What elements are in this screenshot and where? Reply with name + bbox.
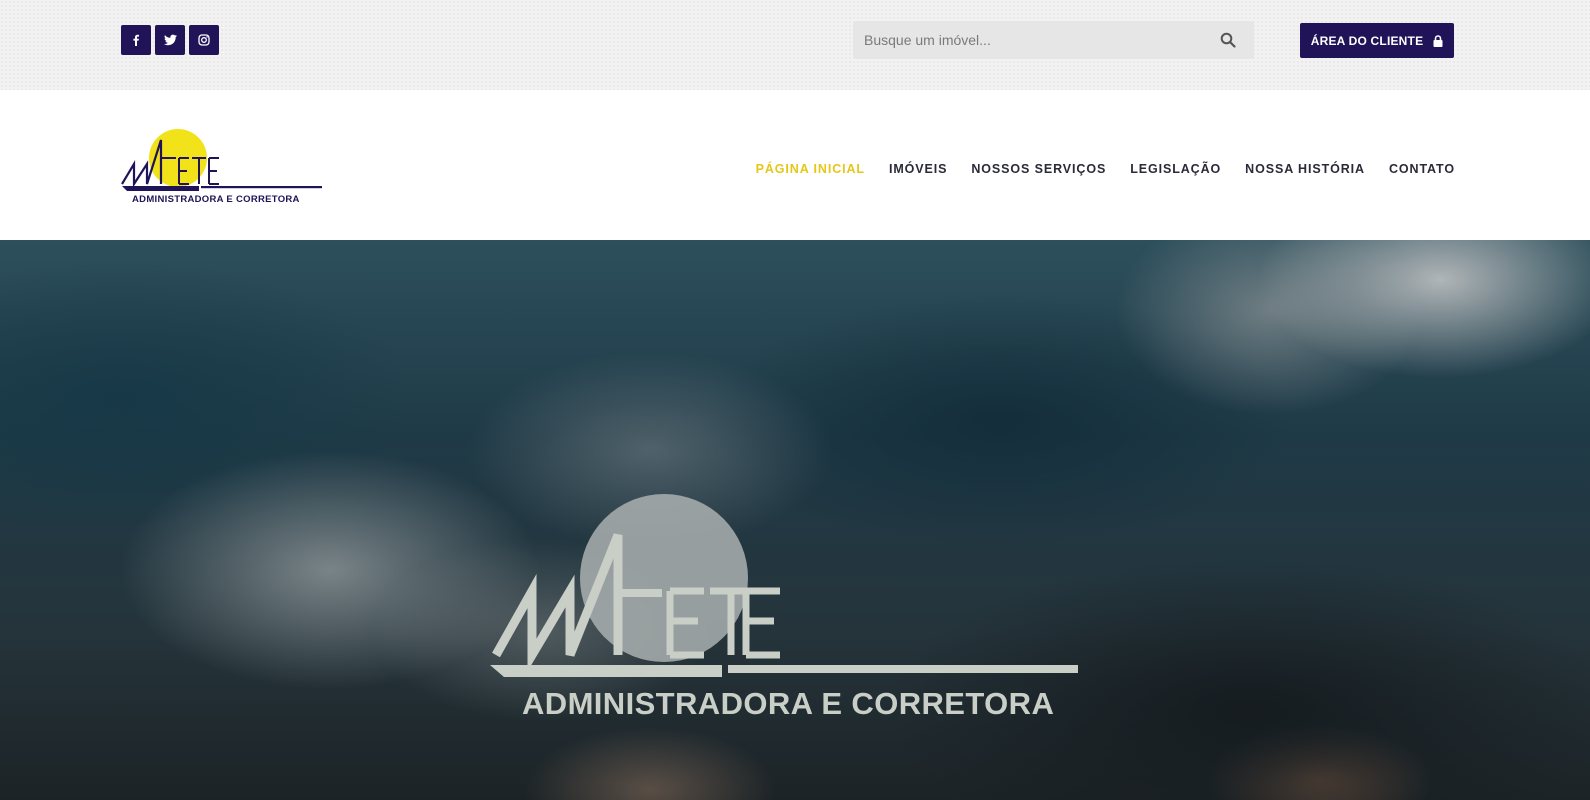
hero-banner: ADMINISTRADORA E CORRETORA — [0, 240, 1590, 800]
twitter-button[interactable] — [155, 25, 185, 55]
instagram-icon — [198, 34, 210, 46]
lock-icon — [1433, 34, 1443, 47]
search-button[interactable] — [1218, 30, 1238, 50]
nav-item-history[interactable]: NOSSA HISTÓRIA — [1245, 162, 1365, 176]
main-nav: PÁGINA INICIAL IMÓVEIS NOSSOS SERVIÇOS L… — [756, 162, 1455, 176]
twitter-icon — [163, 34, 177, 46]
client-area-label: ÁREA DO CLIENTE — [1310, 33, 1424, 48]
logo-caption: ADMINISTRADORA E CORRETORA — [132, 194, 300, 205]
nav-item-services[interactable]: NOSSOS SERVIÇOS — [971, 162, 1106, 176]
search-input[interactable] — [853, 21, 1193, 59]
social-links — [121, 25, 219, 55]
nav-item-properties[interactable]: IMÓVEIS — [889, 162, 947, 176]
nav-item-legislation[interactable]: LEGISLAÇÃO — [1130, 162, 1221, 176]
hero-caption: ADMINISTRADORA E CORRETORA — [522, 686, 1055, 721]
logo[interactable]: ADMINISTRADORA E CORRETORA — [121, 128, 323, 208]
top-bar: ÁREA DO CLIENTE — [0, 0, 1590, 90]
client-area-button[interactable]: ÁREA DO CLIENTE — [1300, 23, 1454, 58]
site-header: ADMINISTRADORA E CORRETORA PÁGINA INICIA… — [0, 90, 1590, 240]
search-icon — [1220, 32, 1236, 48]
instagram-button[interactable] — [189, 25, 219, 55]
nav-item-contact[interactable]: CONTATO — [1389, 162, 1455, 176]
search-bar — [853, 21, 1254, 59]
logo-mark — [121, 129, 322, 191]
facebook-button[interactable] — [121, 25, 151, 55]
nav-item-home[interactable]: PÁGINA INICIAL — [756, 162, 865, 176]
facebook-icon — [133, 34, 139, 46]
